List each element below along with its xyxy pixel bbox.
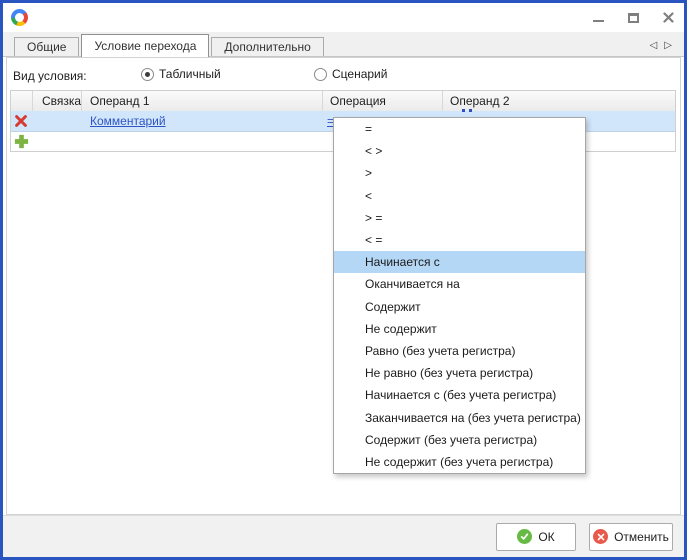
column-header-operation[interactable]: Операция [323, 91, 443, 111]
radio-tablichny-icon[interactable] [141, 68, 154, 81]
close-button[interactable] [661, 11, 675, 25]
menu-item[interactable]: Не равно (без учета регистра) [334, 362, 585, 384]
menu-item[interactable]: > = [334, 207, 585, 229]
menu-item[interactable]: < [334, 185, 585, 207]
cancel-button-label: Отменить [614, 530, 669, 544]
operand1-cell: Комментарий [82, 111, 323, 131]
radio-scenariy[interactable]: Сценарий [314, 67, 387, 81]
menu-item[interactable]: Начинается с (без учета регистра) [334, 384, 585, 406]
column-header-svyazka[interactable]: Связка [33, 91, 82, 111]
menu-item[interactable]: Не содержит (без учета регистра) [334, 451, 585, 473]
menu-item-highlighted[interactable]: Начинается с [334, 251, 585, 273]
svyazka-cell [33, 111, 82, 131]
menu-item[interactable]: > [334, 162, 585, 184]
close-icon [663, 12, 674, 23]
add-row-icon[interactable] [14, 134, 29, 149]
radio-tablichny-label: Табличный [159, 67, 221, 81]
title-bar [3, 3, 684, 32]
operand2-link-clipped[interactable] [462, 109, 476, 113]
dialog-window: Общие Условие перехода Дополнительно ◁ ▷… [0, 0, 687, 560]
tab-strip: Общие Условие перехода Дополнительно ◁ ▷ [3, 32, 684, 57]
menu-item[interactable]: = [334, 118, 585, 140]
tab-scroll-right-icon[interactable]: ▷ [664, 41, 672, 51]
tab-scroll-left-icon[interactable]: ◁ [650, 41, 658, 51]
menu-item[interactable]: Заканчивается на (без учета регистра) [334, 406, 585, 428]
ok-button[interactable]: ОК [496, 523, 576, 551]
delete-row-icon[interactable] [15, 115, 27, 127]
menu-item[interactable]: Оканчивается на [334, 273, 585, 295]
minimize-icon [593, 20, 604, 22]
column-header-operand1[interactable]: Операнд 1 [82, 91, 323, 111]
tab-obshchie[interactable]: Общие [14, 37, 79, 56]
tab-scroll-buttons: ◁ ▷ [650, 41, 672, 51]
ok-check-icon [517, 529, 532, 544]
menu-item[interactable]: Содержит (без учета регистра) [334, 429, 585, 451]
radio-scenariy-icon[interactable] [314, 68, 327, 81]
footer-bar: ОК Отменить [3, 515, 684, 557]
menu-item[interactable]: Равно (без учета регистра) [334, 340, 585, 362]
window-controls [591, 3, 675, 32]
radio-scenariy-label: Сценарий [332, 67, 387, 81]
operand1-link[interactable]: Комментарий [90, 114, 166, 128]
cancel-button[interactable]: Отменить [589, 523, 673, 551]
radio-tablichny[interactable]: Табличный [141, 67, 221, 81]
delete-row-cell [11, 111, 33, 131]
menu-item[interactable]: < = [334, 229, 585, 251]
tab-dopolnitelno[interactable]: Дополнительно [211, 37, 323, 56]
menu-item[interactable]: Не содержит [334, 318, 585, 340]
minimize-button[interactable] [591, 11, 605, 25]
column-header-actions [11, 91, 33, 111]
cancel-x-icon [593, 529, 608, 544]
operation-dropdown-menu: = < > > < > = < = Начинается с Оканчивае… [333, 117, 586, 474]
condition-type-label: Вид условия: [13, 69, 87, 83]
column-header-operand2[interactable]: Операнд 2 [443, 91, 675, 111]
tab-uslovie-perekhoda[interactable]: Условие перехода [81, 34, 209, 57]
maximize-icon [628, 13, 639, 23]
menu-item[interactable]: < > [334, 140, 585, 162]
ok-button-label: ОК [538, 530, 554, 544]
menu-item[interactable]: Содержит [334, 296, 585, 318]
maximize-button[interactable] [626, 11, 640, 25]
app-logo-icon [11, 9, 28, 26]
grid-header: Связка Операнд 1 Операция Операнд 2 [11, 91, 675, 111]
